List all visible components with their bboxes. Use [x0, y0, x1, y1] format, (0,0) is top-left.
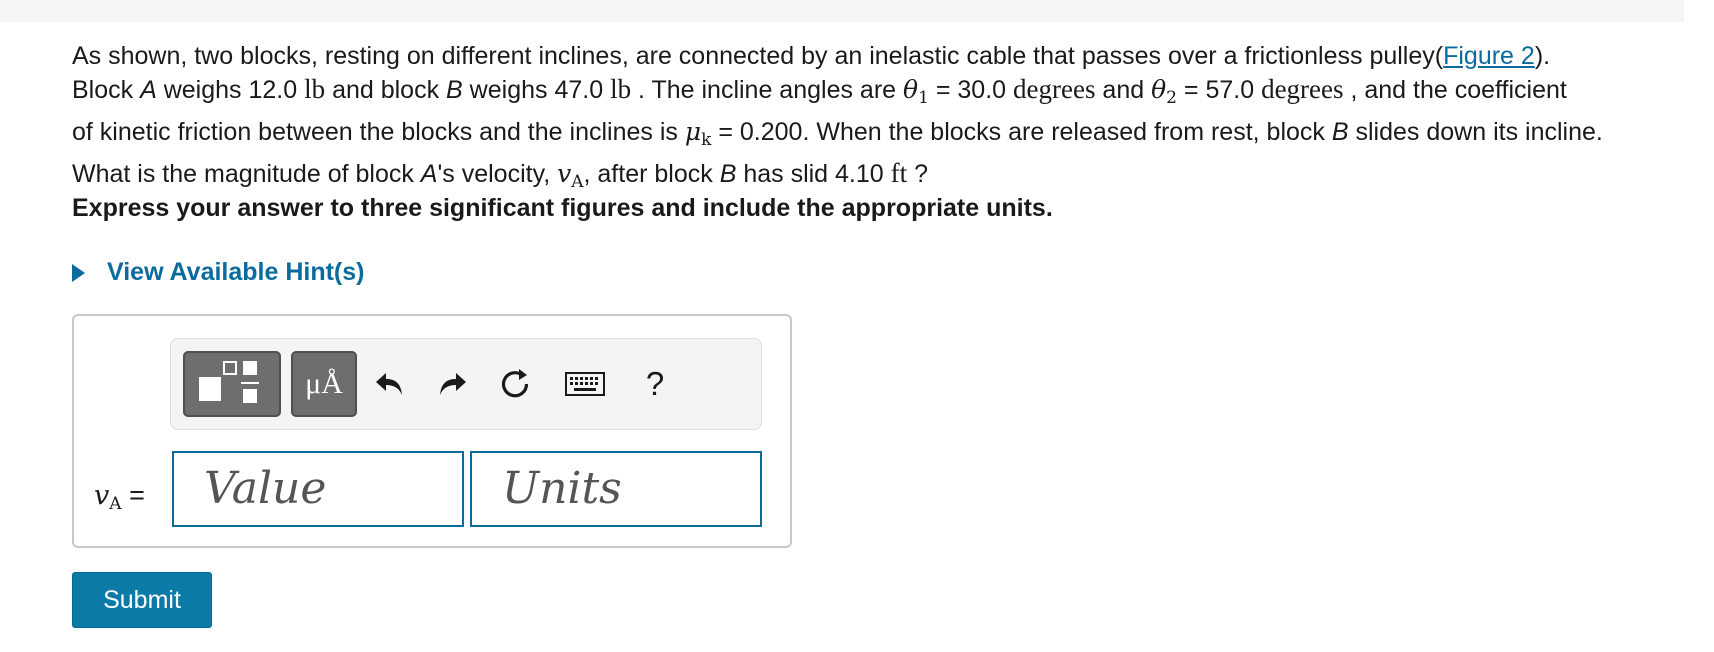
v-subscript: A [109, 494, 122, 514]
unit-degrees: degrees [1013, 74, 1096, 104]
problem-text: = 57.0 [1176, 76, 1262, 104]
units-button[interactable]: μÅ [291, 351, 357, 417]
theta-subscript: 2 [1166, 88, 1177, 108]
figure-link[interactable]: Figure 2 [1443, 42, 1535, 70]
view-hints-toggle[interactable]: View Available Hint(s) [72, 258, 364, 287]
velocity-var: vA [557, 159, 583, 192]
fraction-template-icon [185, 353, 283, 415]
keyboard-icon[interactable] [561, 359, 609, 409]
theta-symbol: θ [1151, 75, 1167, 104]
equals-sign: = [129, 480, 145, 510]
problem-text: weighs 12.0 [156, 76, 305, 104]
block-b-var: B [446, 76, 463, 104]
triangle-right-icon [72, 263, 85, 282]
redo-icon[interactable] [427, 359, 475, 409]
problem-line-2: Block A weighs 12.0 lb and block B weigh… [72, 73, 1712, 115]
problem-text: has slid 4.10 [736, 160, 891, 188]
template-button[interactable] [183, 351, 281, 417]
value-input[interactable]: Value [172, 451, 464, 527]
problem-text: What is the magnitude of block [72, 160, 421, 188]
unit-lb: lb [610, 74, 632, 104]
problem-text: As shown, two blocks, resting on differe… [72, 42, 1444, 70]
view-hints-label: View Available Hint(s) [107, 258, 365, 286]
v-symbol: v [557, 159, 572, 188]
velocity-var: vA [94, 480, 122, 514]
mu-k: μk [684, 117, 712, 150]
mu-subscript: k [701, 130, 712, 150]
block-a-var: A [420, 160, 438, 188]
problem-text: . The incline angles are [631, 76, 904, 104]
problem-line-1: As shown, two blocks, resting on differe… [72, 40, 1712, 73]
block-a-var: A [140, 76, 157, 104]
reset-icon[interactable] [491, 359, 539, 409]
help-button[interactable]: ? [631, 359, 679, 409]
answer-box: μÅ ? vA = Value Units [72, 314, 792, 548]
theta-symbol: θ [903, 75, 919, 104]
unit-lb: lb [304, 74, 326, 104]
math-toolbar: μÅ ? [170, 338, 762, 430]
v-symbol: v [94, 480, 110, 511]
problem-text: ? [907, 160, 928, 188]
problem-line-3: of kinetic friction between the blocks a… [72, 115, 1712, 157]
answer-instructions: Express your answer to three significant… [72, 194, 1053, 222]
problem-text: , after block [583, 160, 720, 188]
problem-text: and block [325, 76, 447, 104]
problem-text: ). [1534, 42, 1551, 70]
block-b-var: B [1331, 118, 1349, 146]
unit-degrees: degrees [1261, 74, 1344, 104]
problem-text: weighs 47.0 [462, 76, 611, 104]
units-input[interactable]: Units [470, 451, 762, 527]
problem-text: = 0.200. When the blocks are released fr… [711, 118, 1332, 146]
answer-variable-label: vA = [94, 480, 145, 514]
problem-text: slides down its incline. [1348, 118, 1603, 146]
theta-subscript: 1 [918, 88, 929, 108]
problem-text: , and the coefficient [1343, 76, 1567, 104]
problem-text: of kinetic friction between the blocks a… [72, 118, 685, 146]
v-subscript: A [571, 172, 584, 192]
problem-text: 's velocity, [437, 160, 558, 188]
mu-symbol: μ [684, 117, 702, 146]
help-label: ? [645, 365, 665, 402]
theta-2: θ2 [1151, 75, 1177, 108]
problem-statement: As shown, two blocks, resting on differe… [72, 40, 1712, 199]
theta-1: θ1 [903, 75, 929, 108]
problem-line-4: What is the magnitude of block A's veloc… [72, 157, 1712, 199]
problem-text: and [1095, 76, 1152, 104]
submit-button[interactable]: Submit [72, 572, 212, 628]
undo-icon[interactable] [367, 359, 415, 409]
problem-text: Block [72, 76, 141, 104]
unit-ft: ft [890, 158, 908, 188]
block-b-var: B [719, 160, 737, 188]
problem-text: = 30.0 [928, 76, 1014, 104]
top-strip [0, 0, 1684, 22]
